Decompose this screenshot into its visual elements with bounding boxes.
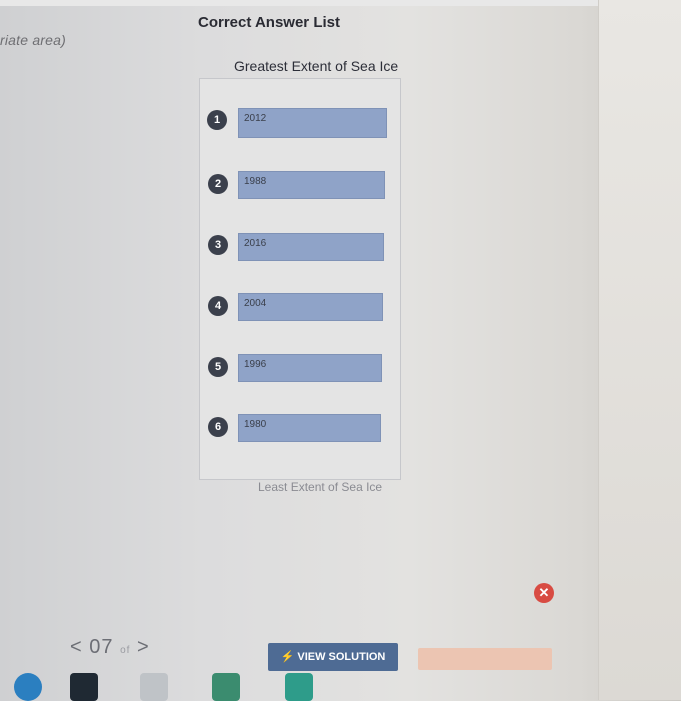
prev-page-button[interactable]: < [70, 636, 83, 658]
submit-button-disabled[interactable] [418, 648, 552, 670]
app-icon[interactable] [285, 673, 313, 701]
panel-title: Correct Answer List [198, 14, 340, 31]
answer-item[interactable]: 2004 [238, 293, 383, 321]
rank-badge: 3 [208, 235, 228, 255]
pager: < 07 of > [70, 636, 150, 659]
browser-app-icon[interactable] [14, 673, 42, 701]
least-extent-label: Least Extent of Sea Ice [258, 480, 383, 494]
current-page: 07 [89, 636, 114, 658]
rank-badge: 1 [207, 110, 227, 130]
app-icon[interactable] [212, 673, 240, 701]
instructions-text: riate area) [0, 32, 67, 48]
right-strip [598, 0, 681, 700]
answer-item[interactable]: 2016 [238, 233, 384, 261]
rank-badge: 2 [208, 174, 228, 194]
tripadvisor-app-icon[interactable] [140, 673, 168, 701]
rank-badge: 5 [208, 357, 228, 377]
rank-badge: 4 [208, 296, 228, 316]
answer-item[interactable]: 2012 [238, 108, 387, 138]
view-solution-label: VIEW SOLUTION [297, 651, 386, 663]
page-of-label: of [120, 645, 131, 656]
lightning-icon: ⚡ [280, 651, 295, 663]
answer-item[interactable]: 1988 [238, 171, 385, 199]
answer-item[interactable]: 1980 [238, 414, 381, 442]
greatest-extent-label: Greatest Extent of Sea Ice [234, 58, 399, 74]
top-bar [0, 0, 600, 6]
close-icon[interactable]: ✕ [534, 583, 554, 603]
rank-badge: 6 [208, 417, 228, 437]
next-page-button[interactable]: > [137, 636, 150, 658]
amazon-app-icon[interactable] [70, 673, 98, 701]
view-solution-button[interactable]: ⚡ VIEW SOLUTION [268, 643, 398, 671]
answer-item[interactable]: 1996 [238, 354, 382, 382]
